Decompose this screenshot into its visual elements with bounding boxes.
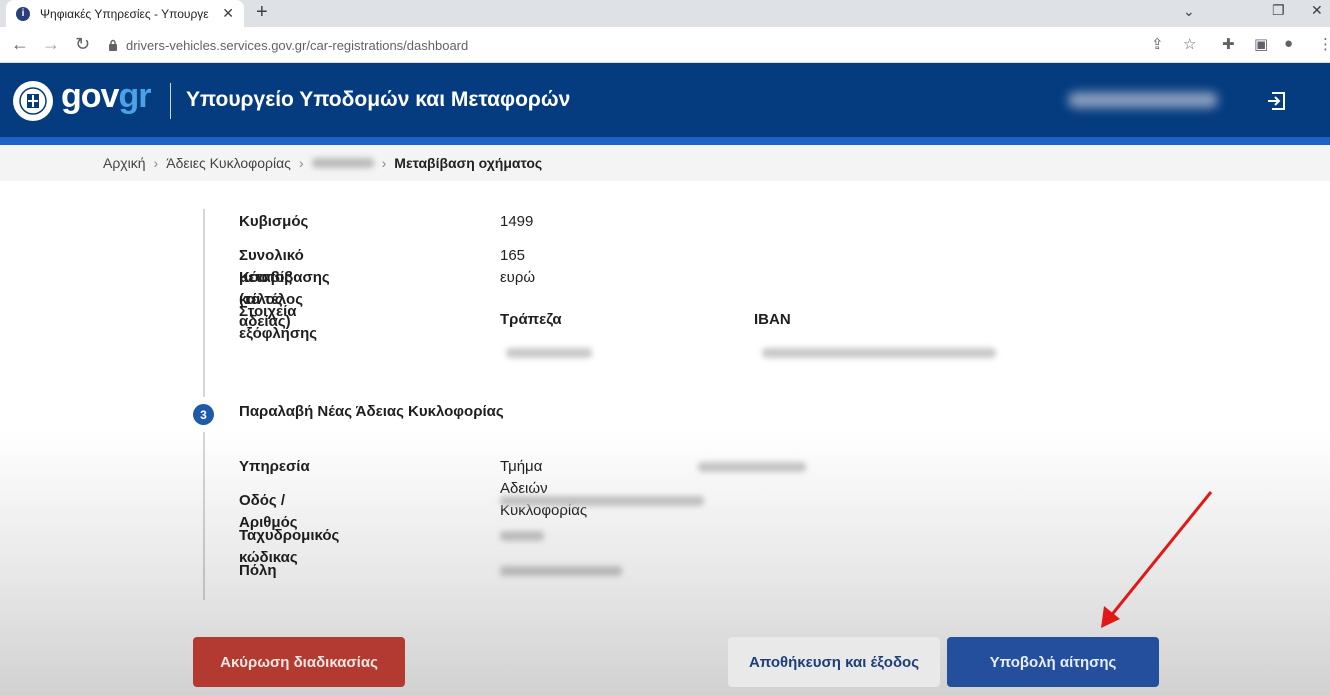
site-header: govgr Υπουργείο Υποδομών και Μεταφορών [0,63,1330,145]
city-label: Πόλη [239,562,277,579]
menu-kebab-icon[interactable]: ⋮ [1318,35,1330,53]
displacement-value: 1499 [500,213,534,230]
breadcrumb: Αρχική › Άδειες Κυκλοφορίας › › Μεταβίβα… [0,145,1330,181]
chevron-right-icon: › [381,155,387,171]
breadcrumb-home[interactable]: Αρχική [103,155,146,171]
iban-column-header: IBAN [754,311,791,328]
logo-gov-text: gov [61,77,119,115]
greek-emblem-icon [13,81,53,121]
close-window-icon[interactable]: ✕ [1311,2,1323,19]
displacement-label: Κυβισμός [239,213,309,230]
forward-arrow-icon[interactable]: → [42,34,60,55]
govgr-logo[interactable]: govgr [61,77,151,116]
close-tab-icon[interactable]: ✕ [222,5,234,22]
profile-avatar-icon[interactable]: ● [1284,35,1293,52]
header-divider [170,83,171,119]
side-panel-icon[interactable]: ▣ [1254,35,1268,53]
submit-application-button[interactable]: Υποβολή αίτησης [947,637,1159,687]
extensions-puzzle-icon[interactable]: ✚ [1222,35,1235,53]
browser-tab-bar: i Ψηφιακές Υπηρεσίες - Υπουργε ✕ + ⌄ ❐ ✕ [0,0,1330,27]
timeline-line [203,209,205,397]
header-accent-strip [0,137,1330,145]
postal-value-redacted [500,531,544,541]
save-and-exit-button[interactable]: Αποθήκευση και έξοδος [728,637,940,687]
city-value-redacted [500,566,622,576]
street-value-redacted [500,496,704,506]
service-value-redacted [698,462,806,472]
url-text: drivers-vehicles.services.gov.gr/car-reg… [126,37,469,53]
site-favicon-icon: i [16,6,30,21]
chevron-right-icon: › [298,155,304,171]
share-icon[interactable]: ⇪ [1151,35,1164,53]
tab-search-icon[interactable]: ⌄ [1183,3,1195,20]
logo-gr-text: gr [118,77,151,115]
browser-tab[interactable]: i Ψηφιακές Υπηρεσίες - Υπουργε ✕ [6,0,244,27]
ministry-title: Υπουργείο Υποδομών και Μεταφορών [186,88,571,111]
bank-value-redacted [506,348,592,358]
reload-icon[interactable]: ↻ [75,34,90,55]
cancel-process-button[interactable]: Ακύρωση διαδικασίας [193,637,405,687]
step-number-badge: 3 [193,404,214,425]
step-title: Παραλαβή Νέας Άδειας Κυκλοφορίας [239,403,504,420]
user-name-redacted [1068,92,1218,108]
service-label: Υπηρεσία [239,458,310,475]
bank-column-header: Τράπεζα [500,311,562,328]
iban-value-redacted [762,348,996,358]
bookmark-star-icon[interactable]: ☆ [1183,35,1196,53]
breadcrumb-redacted[interactable] [311,158,374,168]
address-bar[interactable]: drivers-vehicles.services.gov.gr/car-reg… [108,31,1208,59]
cost-value: 165 ευρώ [500,247,536,286]
tab-title: Ψηφιακές Υπηρεσίες - Υπουργε [40,6,209,21]
restore-window-icon[interactable]: ❐ [1272,2,1285,19]
back-arrow-icon[interactable]: ← [11,34,29,55]
browser-toolbar: ← → ↻ drivers-vehicles.services.gov.gr/c… [0,27,1330,63]
new-tab-icon[interactable]: + [256,1,268,24]
lock-icon [109,39,117,51]
breadcrumb-licenses[interactable]: Άδειες Κυκλοφορίας [166,155,291,171]
chevron-right-icon: › [153,155,159,171]
breadcrumb-current: Μεταβίβαση οχήματος [394,155,543,171]
timeline-line [203,432,205,600]
service-value: Τμήμα Αδειών Κυκλοφορίας [500,458,588,519]
payment-label: Στοιχεία εξόφλησης [239,303,318,342]
logout-icon[interactable] [1266,90,1288,112]
